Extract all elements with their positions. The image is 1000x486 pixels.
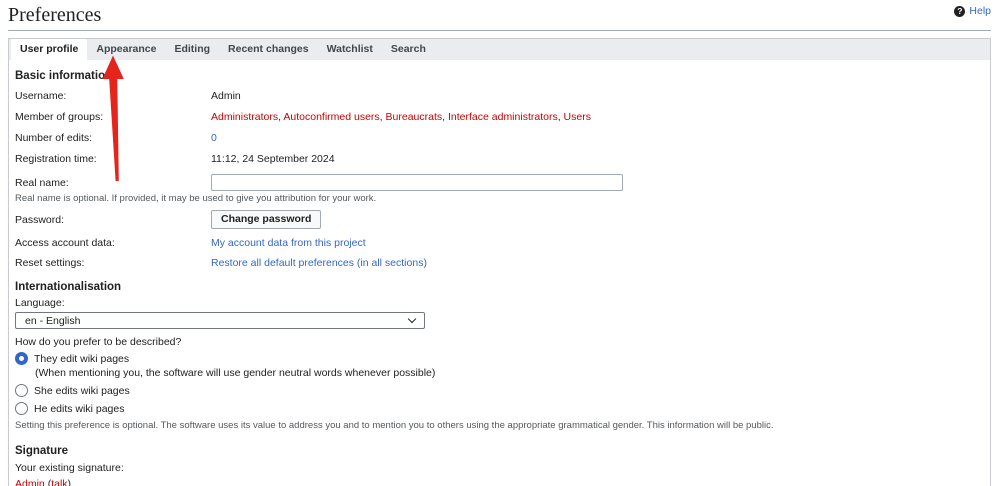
group-link[interactable]: Users: [564, 111, 591, 123]
group-link[interactable]: Interface administrators: [448, 111, 558, 123]
restore-defaults-link[interactable]: Restore all default preferences (in all …: [211, 257, 427, 269]
real-name-hint: Real name is optional. If provided, it m…: [15, 193, 377, 204]
gender-question-label: How do you prefer to be described?: [15, 336, 182, 348]
gender-option-they-label: They edit wiki pages: [34, 352, 130, 365]
tab-editing[interactable]: Editing: [165, 39, 219, 60]
change-password-button[interactable]: Change password: [211, 210, 322, 229]
tab-watchlist[interactable]: Watchlist: [318, 39, 382, 60]
real-name-row: Real name:: [15, 174, 984, 191]
number-of-edits-label: Number of edits:: [15, 132, 93, 144]
radio-unselected-icon[interactable]: [15, 384, 28, 397]
gender-option-she[interactable]: She edits wiki pages: [15, 384, 984, 397]
access-account-data-row: Access account data: My account data fro…: [15, 237, 984, 249]
member-of-groups-value: Administrators, Autoconfirmed users, Bur…: [211, 111, 591, 123]
username-row: Username: Admin: [15, 90, 984, 102]
page-header: Preferences ? Help: [8, 0, 991, 31]
reset-settings-row: Reset settings: Restore all default pref…: [15, 257, 984, 269]
member-of-groups-row: Member of groups: Administrators, Autoco…: [15, 111, 984, 123]
real-name-label: Real name:: [15, 176, 69, 189]
username-label: Username:: [15, 90, 67, 102]
section-heading-internationalisation: Internationalisation: [15, 281, 122, 293]
gender-option-he-label: He edits wiki pages: [34, 402, 125, 415]
edit-count-link[interactable]: 0: [211, 132, 217, 144]
radio-selected-icon[interactable]: [15, 352, 28, 365]
real-name-input[interactable]: [211, 174, 623, 191]
language-label: Language:: [15, 297, 65, 309]
section-heading-basic-information: Basic information: [15, 70, 113, 82]
reset-settings-label: Reset settings:: [15, 257, 85, 269]
page-title: Preferences: [8, 4, 102, 26]
gender-option-they-note: (When mentioning you, the software will …: [35, 367, 436, 379]
tab-appearance[interactable]: Appearance: [87, 39, 165, 60]
group-link[interactable]: Autoconfirmed users: [283, 111, 379, 123]
tab-content-user-profile: Basic information Username: Admin Member…: [9, 60, 990, 486]
member-of-groups-label: Member of groups:: [15, 111, 104, 123]
signature-paren: ): [67, 478, 72, 486]
help-link[interactable]: ? Help: [954, 5, 991, 17]
tab-search[interactable]: Search: [382, 39, 435, 60]
chevron-down-icon: [407, 314, 417, 324]
signature-talk-link[interactable]: talk: [51, 478, 67, 486]
tab-bar: User profile Appearance Editing Recent c…: [9, 39, 990, 60]
registration-time-value: 11:12, 24 September 2024: [211, 153, 335, 165]
tab-user-profile[interactable]: User profile: [11, 39, 88, 60]
account-data-link[interactable]: My account data from this project: [211, 237, 366, 249]
language-select[interactable]: en - English: [15, 312, 425, 329]
preferences-panel: User profile Appearance Editing Recent c…: [8, 38, 991, 486]
access-account-data-label: Access account data:: [15, 237, 115, 249]
existing-signature-value: Admin (talk): [15, 479, 984, 486]
existing-signature-label: Your existing signature:: [15, 462, 124, 474]
radio-unselected-icon[interactable]: [15, 402, 28, 415]
gender-option-he[interactable]: He edits wiki pages: [15, 402, 984, 415]
tab-recent-changes[interactable]: Recent changes: [219, 39, 318, 60]
registration-time-label: Registration time:: [15, 153, 97, 165]
password-row: Password: Change password: [15, 210, 984, 229]
language-selected-value: en - English: [25, 314, 81, 327]
number-of-edits-row: Number of edits: 0: [15, 132, 984, 144]
group-link[interactable]: Bureaucrats: [386, 111, 443, 123]
password-label: Password:: [15, 213, 65, 226]
group-link[interactable]: Administrators: [211, 111, 278, 123]
gender-option-they[interactable]: They edit wiki pages: [15, 352, 984, 365]
help-link-label[interactable]: Help: [969, 5, 991, 17]
gender-option-she-label: She edits wiki pages: [34, 384, 130, 397]
section-heading-signature: Signature: [15, 445, 69, 457]
gender-preference-note: Setting this preference is optional. The…: [15, 420, 774, 431]
help-icon: ?: [954, 5, 966, 17]
registration-time-row: Registration time: 11:12, 24 September 2…: [15, 153, 984, 165]
signature-user-link[interactable]: Admin: [15, 478, 45, 486]
username-value: Admin: [211, 90, 241, 102]
